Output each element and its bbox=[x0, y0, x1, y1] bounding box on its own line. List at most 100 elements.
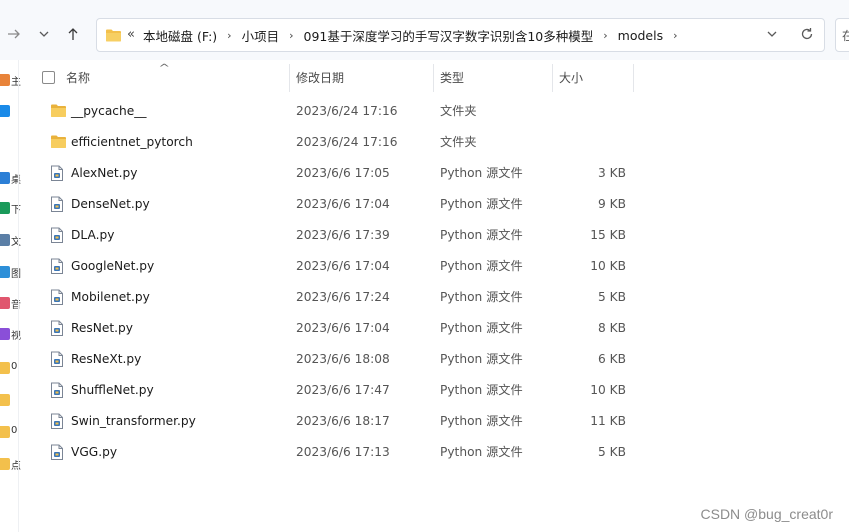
select-all-checkbox[interactable] bbox=[42, 71, 55, 84]
file-name: DLA.py bbox=[71, 228, 115, 242]
nav-item-label: 0 bbox=[11, 425, 18, 436]
file-row[interactable]: Swin_transformer.py 2023/6/6 18:17 Python … bbox=[19, 406, 849, 437]
file-name: efficientnet_pytorch bbox=[71, 135, 193, 149]
column-header-size[interactable]: 大小 bbox=[559, 60, 583, 96]
pictures-icon[interactable] bbox=[0, 266, 10, 278]
cloud-icon[interactable] bbox=[0, 105, 10, 117]
file-row[interactable]: ResNet.py 2023/6/6 17:04 Python 源文件 8 KB bbox=[19, 313, 849, 344]
videos-icon[interactable] bbox=[0, 328, 10, 340]
file-date-modified: 2023/6/6 17:04 bbox=[296, 197, 390, 211]
address-bar[interactable]: « 本地磁盘 (F:) › 小项目 › 091基于深度学习的手写汉字数字识别含1… bbox=[96, 18, 825, 52]
file-date-modified: 2023/6/24 17:16 bbox=[296, 104, 398, 118]
column-divider[interactable] bbox=[433, 64, 434, 92]
file-row[interactable]: DLA.py 2023/6/6 17:39 Python 源文件 15 KB bbox=[19, 220, 849, 251]
python-file-icon bbox=[50, 320, 64, 340]
file-type: Python 源文件 bbox=[440, 290, 523, 304]
python-file-icon bbox=[50, 413, 64, 433]
file-date-modified: 2023/6/6 18:08 bbox=[296, 352, 390, 366]
folder-icon bbox=[50, 134, 67, 152]
file-row[interactable]: ShuffleNet.py 2023/6/6 17:47 Python 源文件 10 … bbox=[19, 375, 849, 406]
python-file-icon bbox=[50, 382, 64, 402]
file-size: 5 KB bbox=[598, 445, 626, 459]
file-date-modified: 2023/6/6 17:13 bbox=[296, 445, 390, 459]
column-header-type[interactable]: 类型 bbox=[440, 60, 464, 96]
file-type: Python 源文件 bbox=[440, 228, 523, 242]
recent-locations-button[interactable] bbox=[32, 22, 56, 46]
file-row[interactable]: efficientnet_pytorch 2023/6/24 17:16 文件夹 bbox=[19, 127, 849, 158]
column-divider[interactable] bbox=[633, 64, 634, 92]
file-name: AlexNet.py bbox=[71, 166, 138, 180]
breadcrumb-item-current[interactable]: models bbox=[618, 28, 663, 43]
breadcrumb-separator[interactable]: › bbox=[603, 29, 607, 42]
file-type: Python 源文件 bbox=[440, 166, 523, 180]
python-file-icon bbox=[50, 289, 64, 309]
file-date-modified: 2023/6/6 17:47 bbox=[296, 383, 390, 397]
column-divider[interactable] bbox=[552, 64, 553, 92]
folder-icon bbox=[50, 103, 67, 121]
overflow-chevron[interactable]: « bbox=[127, 27, 135, 42]
forward-button[interactable] bbox=[2, 22, 26, 46]
file-type: 文件夹 bbox=[440, 135, 477, 149]
file-name: ResNeXt.py bbox=[71, 352, 142, 366]
download-icon[interactable] bbox=[0, 202, 10, 214]
address-history-button[interactable] bbox=[766, 28, 778, 43]
nav-item-label: 0 bbox=[11, 361, 18, 372]
file-size bbox=[555, 96, 626, 127]
column-header-date[interactable]: 修改日期 bbox=[296, 60, 344, 96]
column-header: ^ 名称 修改日期 类型 大小 bbox=[19, 60, 849, 96]
file-name: ResNet.py bbox=[71, 321, 133, 335]
file-name: __pycache__ bbox=[71, 104, 147, 118]
file-row[interactable]: Mobilenet.py 2023/6/6 17:24 Python 源文件 5 KB bbox=[19, 282, 849, 313]
search-box[interactable]: 在 bbox=[835, 18, 849, 52]
file-row[interactable]: VGG.py 2023/6/6 17:13 Python 源文件 5 KB bbox=[19, 437, 849, 468]
python-file-icon bbox=[50, 351, 64, 371]
file-date-modified: 2023/6/24 17:16 bbox=[296, 135, 398, 149]
file-row[interactable]: AlexNet.py 2023/6/6 17:05 Python 源文件 3 KB bbox=[19, 158, 849, 189]
home-icon[interactable] bbox=[0, 74, 10, 86]
file-type: Python 源文件 bbox=[440, 352, 523, 366]
music-icon[interactable] bbox=[0, 297, 10, 309]
file-size: 10 KB bbox=[590, 383, 626, 397]
breadcrumb-item-drive[interactable]: 本地磁盘 (F:) bbox=[143, 26, 217, 45]
file-size: 11 KB bbox=[590, 414, 626, 428]
folder-icon[interactable] bbox=[0, 394, 10, 406]
file-row[interactable]: DenseNet.py 2023/6/6 17:04 Python 源文件 9 KB bbox=[19, 189, 849, 220]
file-type: Python 源文件 bbox=[440, 259, 523, 273]
address-toolbar: « 本地磁盘 (F:) › 小项目 › 091基于深度学习的手写汉字数字识别含1… bbox=[0, 0, 849, 60]
file-size bbox=[555, 127, 626, 158]
file-name: Swin_transformer.py bbox=[71, 414, 196, 428]
breadcrumb-item-project[interactable]: 小项目 bbox=[242, 26, 280, 45]
file-name: VGG.py bbox=[71, 445, 118, 459]
documents-icon[interactable] bbox=[0, 234, 10, 246]
breadcrumb-separator[interactable]: › bbox=[289, 29, 293, 42]
up-button[interactable] bbox=[61, 22, 85, 46]
file-date-modified: 2023/6/6 17:24 bbox=[296, 290, 390, 304]
desktop-icon[interactable] bbox=[0, 172, 10, 184]
sort-ascending-icon: ^ bbox=[158, 63, 171, 74]
navigation-pane: 主桌下文图音视00点 bbox=[0, 60, 21, 532]
folder-icon bbox=[105, 28, 122, 45]
file-type: Python 源文件 bbox=[440, 383, 523, 397]
column-divider[interactable] bbox=[289, 64, 290, 92]
chevron-down-icon bbox=[39, 31, 49, 37]
python-file-icon bbox=[50, 196, 64, 216]
refresh-icon bbox=[801, 28, 813, 40]
folder-icon[interactable] bbox=[0, 362, 10, 374]
breadcrumb-item-folder[interactable]: 091基于深度学习的手写汉字数字识别含10多种模型 bbox=[304, 26, 594, 45]
refresh-button[interactable] bbox=[800, 27, 814, 44]
file-row[interactable]: __pycache__ 2023/6/24 17:16 文件夹 bbox=[19, 96, 849, 127]
python-file-icon bbox=[50, 444, 64, 464]
folder-icon[interactable] bbox=[0, 426, 10, 438]
watermark: CSDN @bug_creat0r bbox=[700, 506, 834, 522]
column-header-name[interactable]: 名称 bbox=[66, 60, 90, 96]
folder-icon[interactable] bbox=[0, 458, 10, 470]
breadcrumb-separator[interactable]: › bbox=[673, 29, 677, 42]
file-size: 9 KB bbox=[598, 197, 626, 211]
python-file-icon bbox=[50, 227, 64, 247]
file-type: Python 源文件 bbox=[440, 445, 523, 459]
file-row[interactable]: GoogleNet.py 2023/6/6 17:04 Python 源文件 10 K… bbox=[19, 251, 849, 282]
breadcrumb-separator[interactable]: › bbox=[227, 29, 231, 42]
file-row[interactable]: ResNeXt.py 2023/6/6 18:08 Python 源文件 6 KB bbox=[19, 344, 849, 375]
file-name: ShuffleNet.py bbox=[71, 383, 154, 397]
file-date-modified: 2023/6/6 17:04 bbox=[296, 321, 390, 335]
